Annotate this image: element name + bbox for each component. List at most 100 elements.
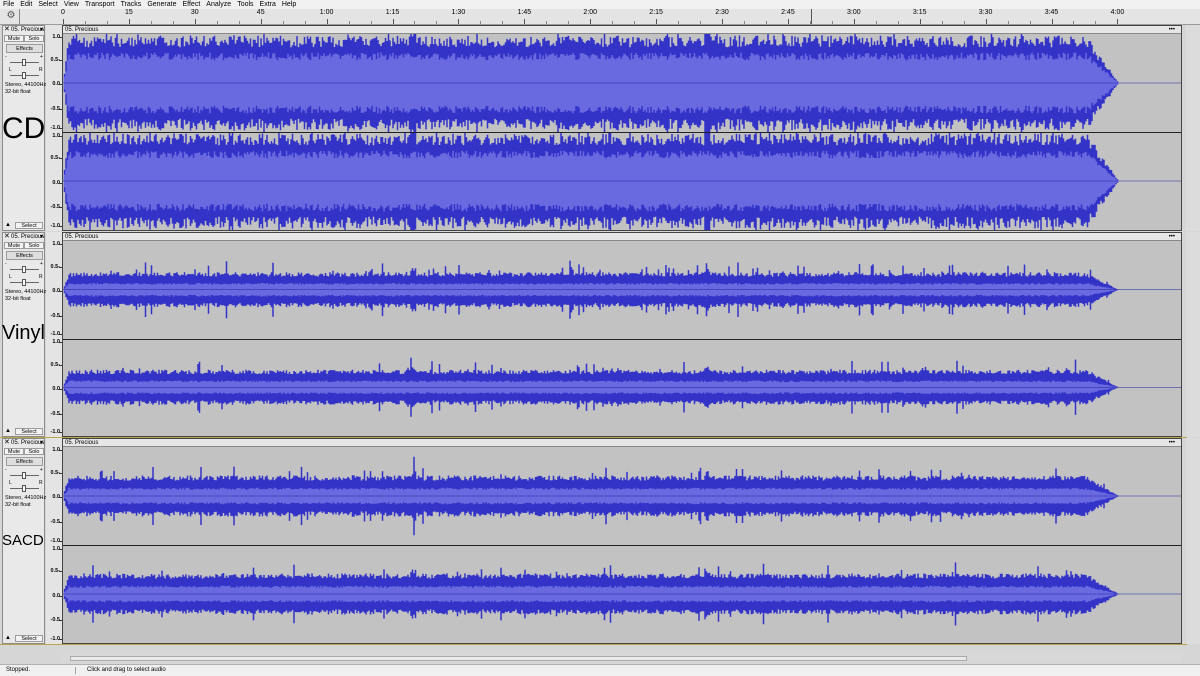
chevron-down-icon[interactable]: ▾ xyxy=(40,439,43,447)
ruler-label: 1:30 xyxy=(451,9,466,16)
ruler-minor-tick xyxy=(348,21,350,24)
pan-slider-knob[interactable] xyxy=(22,72,26,79)
ruler-tick xyxy=(853,19,855,24)
mute-button[interactable]: Mute xyxy=(4,242,24,249)
ruler-minor-tick xyxy=(106,21,108,24)
vertical-scrollbar[interactable] xyxy=(1186,25,1200,231)
clip-menu-icon[interactable]: ••• xyxy=(1169,26,1175,34)
waveform-clip[interactable]: 05. Precious ••• xyxy=(62,232,1182,437)
pan-left-label: L xyxy=(9,274,12,280)
track: ✕ 05. Precious ▾ Mute Solo Effects - + L R Stereo,… xyxy=(0,25,1186,231)
solo-button[interactable]: Solo xyxy=(24,448,44,455)
select-button[interactable]: Select xyxy=(15,635,43,642)
track-format-depth: 32-bit float xyxy=(5,88,31,95)
channel-divider xyxy=(63,338,1181,340)
close-icon[interactable]: ✕ xyxy=(4,439,10,447)
menu-item-effect[interactable]: Effect xyxy=(180,0,204,9)
collapse-icon[interactable]: ▲ xyxy=(5,635,11,642)
collapse-icon[interactable]: ▲ xyxy=(5,222,11,229)
track-format-depth: 32-bit float xyxy=(5,295,31,302)
track-format-info: Stereo, 44100Hz 32-bit float xyxy=(5,289,46,302)
ruler-scale[interactable]: 0 15 30 45 1:00 1:15 1:30 1:45 2:00 2:15 2:30 2:45 3… xyxy=(61,9,1182,24)
gain-slider-knob[interactable] xyxy=(22,472,26,479)
pan-left-label: L xyxy=(9,67,12,73)
menu-item-help[interactable]: Help xyxy=(279,0,299,9)
gain-slider-knob[interactable] xyxy=(22,59,26,66)
gain-plus-label: + xyxy=(40,467,43,473)
ruler-minor-tick xyxy=(502,21,504,24)
menu-item-file[interactable]: File xyxy=(0,0,17,9)
amplitude-scale: 1.0 0.5- 0.0 -0.5 -1.0 1.0 0.5- 0.0 -0.5 -1.0 xyxy=(46,438,62,644)
ruler-minor-tick xyxy=(743,21,745,24)
collapse-icon[interactable]: ▲ xyxy=(5,428,11,435)
menu-item-generate[interactable]: Generate xyxy=(144,0,179,9)
waveform-clip[interactable]: 05. Precious ••• xyxy=(62,438,1182,644)
ruler-tick xyxy=(722,19,724,24)
effects-button[interactable]: Effects xyxy=(6,251,43,260)
pan-right-label: R xyxy=(39,480,43,486)
effects-button[interactable]: Effects xyxy=(6,457,43,466)
ruler-minor-tick xyxy=(941,21,943,24)
ruler-minor-tick xyxy=(963,21,965,24)
clip-menu-icon[interactable]: ••• xyxy=(1169,233,1175,241)
ruler-minor-tick xyxy=(150,21,152,24)
mute-button[interactable]: Mute xyxy=(4,448,24,455)
effects-button[interactable]: Effects xyxy=(6,44,43,53)
ruler-label: 2:30 xyxy=(715,9,729,16)
gear-icon[interactable]: ⚙ xyxy=(5,10,17,22)
track-format-depth: 32-bit float xyxy=(5,501,31,508)
pan-slider-knob[interactable] xyxy=(22,279,26,286)
menu-item-view[interactable]: View xyxy=(61,0,82,9)
vertical-scrollbar[interactable] xyxy=(1186,438,1200,644)
horizontal-scrollbar[interactable] xyxy=(62,654,1182,662)
menu-item-analyze[interactable]: Analyze xyxy=(203,0,234,9)
select-button[interactable]: Select xyxy=(15,428,43,435)
channel-divider xyxy=(63,132,1181,133)
clip-name-bar[interactable]: 05. Precious xyxy=(63,233,1181,241)
channel-divider xyxy=(63,545,1181,546)
mute-button[interactable]: Mute xyxy=(4,35,24,42)
ruler-tick xyxy=(458,19,460,24)
status-separator xyxy=(75,667,76,674)
pan-slider-knob[interactable] xyxy=(22,485,26,492)
menu-item-transport[interactable]: Transport xyxy=(82,0,118,9)
ruler-label: 1:00 xyxy=(319,9,334,16)
horizontal-scrollbar-thumb[interactable] xyxy=(70,656,967,661)
menu-item-tools[interactable]: Tools xyxy=(234,0,256,9)
ruler-label: 2:45 xyxy=(781,9,795,16)
clip-menu-icon[interactable]: ••• xyxy=(1169,439,1175,447)
ruler-tick xyxy=(656,19,658,24)
amplitude-scale: 1.0 0.5- 0.0 -0.5 -1.0 1.0 0.5- 0.0 -0.5 -1.0 xyxy=(46,232,62,437)
ruler-label: 1:15 xyxy=(385,9,400,16)
close-icon[interactable]: ✕ xyxy=(4,26,10,34)
select-button[interactable]: Select xyxy=(15,222,43,229)
ruler-tick xyxy=(1117,19,1119,24)
ruler-minor-tick xyxy=(897,21,899,24)
ruler-label: 2:00 xyxy=(583,9,598,16)
solo-button[interactable]: Solo xyxy=(24,242,44,249)
ruler-minor-tick xyxy=(700,21,702,24)
menu-item-select[interactable]: Select xyxy=(35,0,60,9)
chevron-down-icon[interactable]: ▾ xyxy=(40,233,43,241)
solo-button[interactable]: Solo xyxy=(24,35,44,42)
gain-plus-label: + xyxy=(40,261,43,267)
ruler-tick xyxy=(194,19,196,24)
ruler-minor-tick xyxy=(831,21,833,24)
ruler-divider xyxy=(19,9,20,24)
vertical-scrollbar[interactable] xyxy=(1186,232,1200,437)
waveform-clip[interactable]: 05. Precious ••• xyxy=(62,25,1182,231)
track-overlay-label: CD xyxy=(2,112,46,145)
menu-item-edit[interactable]: Edit xyxy=(17,0,35,9)
clip-name-bar[interactable]: 05. Precious xyxy=(63,26,1181,34)
ruler-minor-tick xyxy=(370,21,372,24)
menu-item-tracks[interactable]: Tracks xyxy=(118,0,145,9)
gain-slider-knob[interactable] xyxy=(22,266,26,273)
waveform-graphic xyxy=(63,260,1181,417)
menu-item-extra[interactable]: Extra xyxy=(257,0,279,9)
clip-name-bar[interactable]: 05. Precious xyxy=(63,439,1181,447)
close-icon[interactable]: ✕ xyxy=(4,233,10,241)
ruler-tick xyxy=(260,19,262,24)
ruler-label: 0 xyxy=(61,9,65,16)
timeline-ruler[interactable]: ⚙ 0 15 30 45 1:00 1:15 1:30 1:45 2:00 2:15 2:30 2:4… xyxy=(0,9,1200,25)
chevron-down-icon[interactable]: ▾ xyxy=(40,26,43,34)
